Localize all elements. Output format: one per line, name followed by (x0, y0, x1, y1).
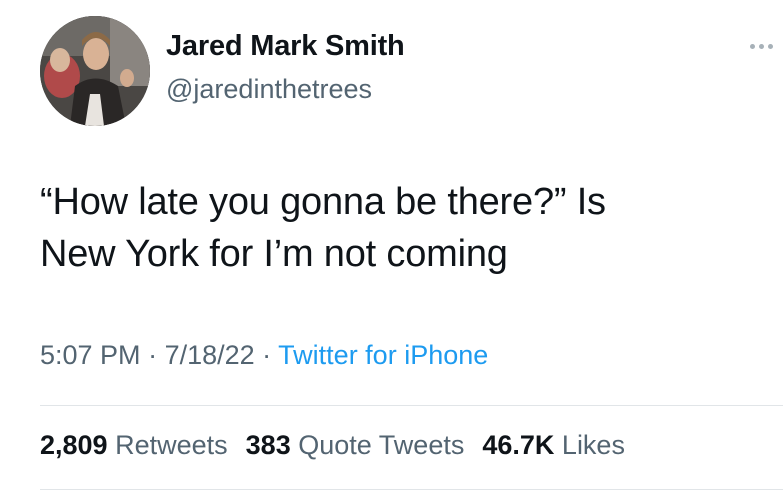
tweet-source-link[interactable]: Twitter for iPhone (278, 340, 488, 370)
likes-count: 46.7K (482, 430, 555, 460)
retweets-stat[interactable]: 2,809 Retweets (40, 430, 228, 460)
avatar-photo (40, 16, 150, 126)
tweet-time[interactable]: 5:07 PM (40, 340, 141, 370)
quote-tweets-stat[interactable]: 383 Quote Tweets (246, 430, 465, 460)
retweets-label: Retweets (115, 430, 228, 460)
quote-tweets-count: 383 (245, 430, 291, 460)
author-name[interactable]: Jared Mark Smith (166, 30, 405, 63)
divider (40, 489, 783, 490)
engagement-stats: 2,809 Retweets 383 Quote Tweets 46.7K Like… (40, 430, 643, 461)
likes-label: Likes (561, 430, 625, 460)
retweets-count: 2,809 (40, 430, 108, 460)
likes-stat[interactable]: 46.7K Likes (482, 430, 625, 460)
more-options-icon[interactable] (747, 38, 777, 54)
tweet-meta: 5:07 PM · 7/18/22 · Twitter for iPhone (40, 340, 488, 371)
more-dot (759, 44, 764, 49)
tweet-text-line: New York for I’m not coming (40, 233, 508, 275)
more-dot (750, 44, 755, 49)
tweet-date[interactable]: 7/18/22 (165, 340, 255, 370)
tweet-text-line: “How late you gonna be there?” Is (40, 181, 606, 223)
quote-tweets-label: Quote Tweets (298, 430, 465, 460)
more-dot (768, 44, 773, 49)
author-handle[interactable]: @jaredinthetrees (166, 74, 372, 105)
divider (40, 405, 783, 406)
avatar[interactable] (40, 16, 150, 126)
meta-separator: · (254, 340, 279, 370)
tweet-text: “How late you gonna be there?” Is New Yo… (40, 176, 760, 280)
meta-separator: · (140, 340, 165, 370)
